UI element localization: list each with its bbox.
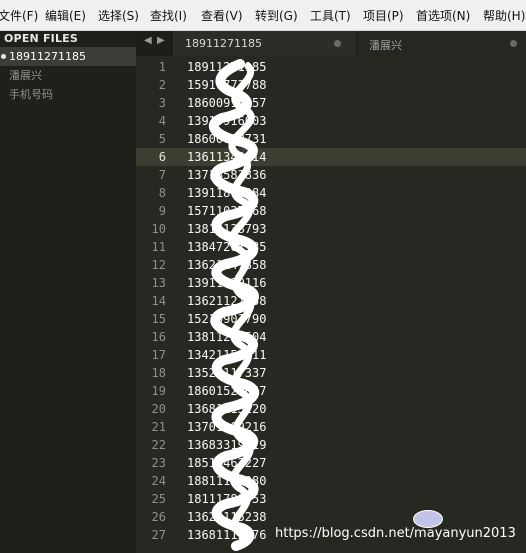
white-scribble-redaction <box>208 59 260 551</box>
watermark-text: https://blog.csdn.net/mayanyun2013 <box>275 526 516 541</box>
scribble-stroke <box>228 62 255 540</box>
sublime-window: 文件(F) 编辑(E) 选择(S) 查找(I) 查看(V) 转到(G) 工具(T) 项目(P)… <box>0 0 526 553</box>
